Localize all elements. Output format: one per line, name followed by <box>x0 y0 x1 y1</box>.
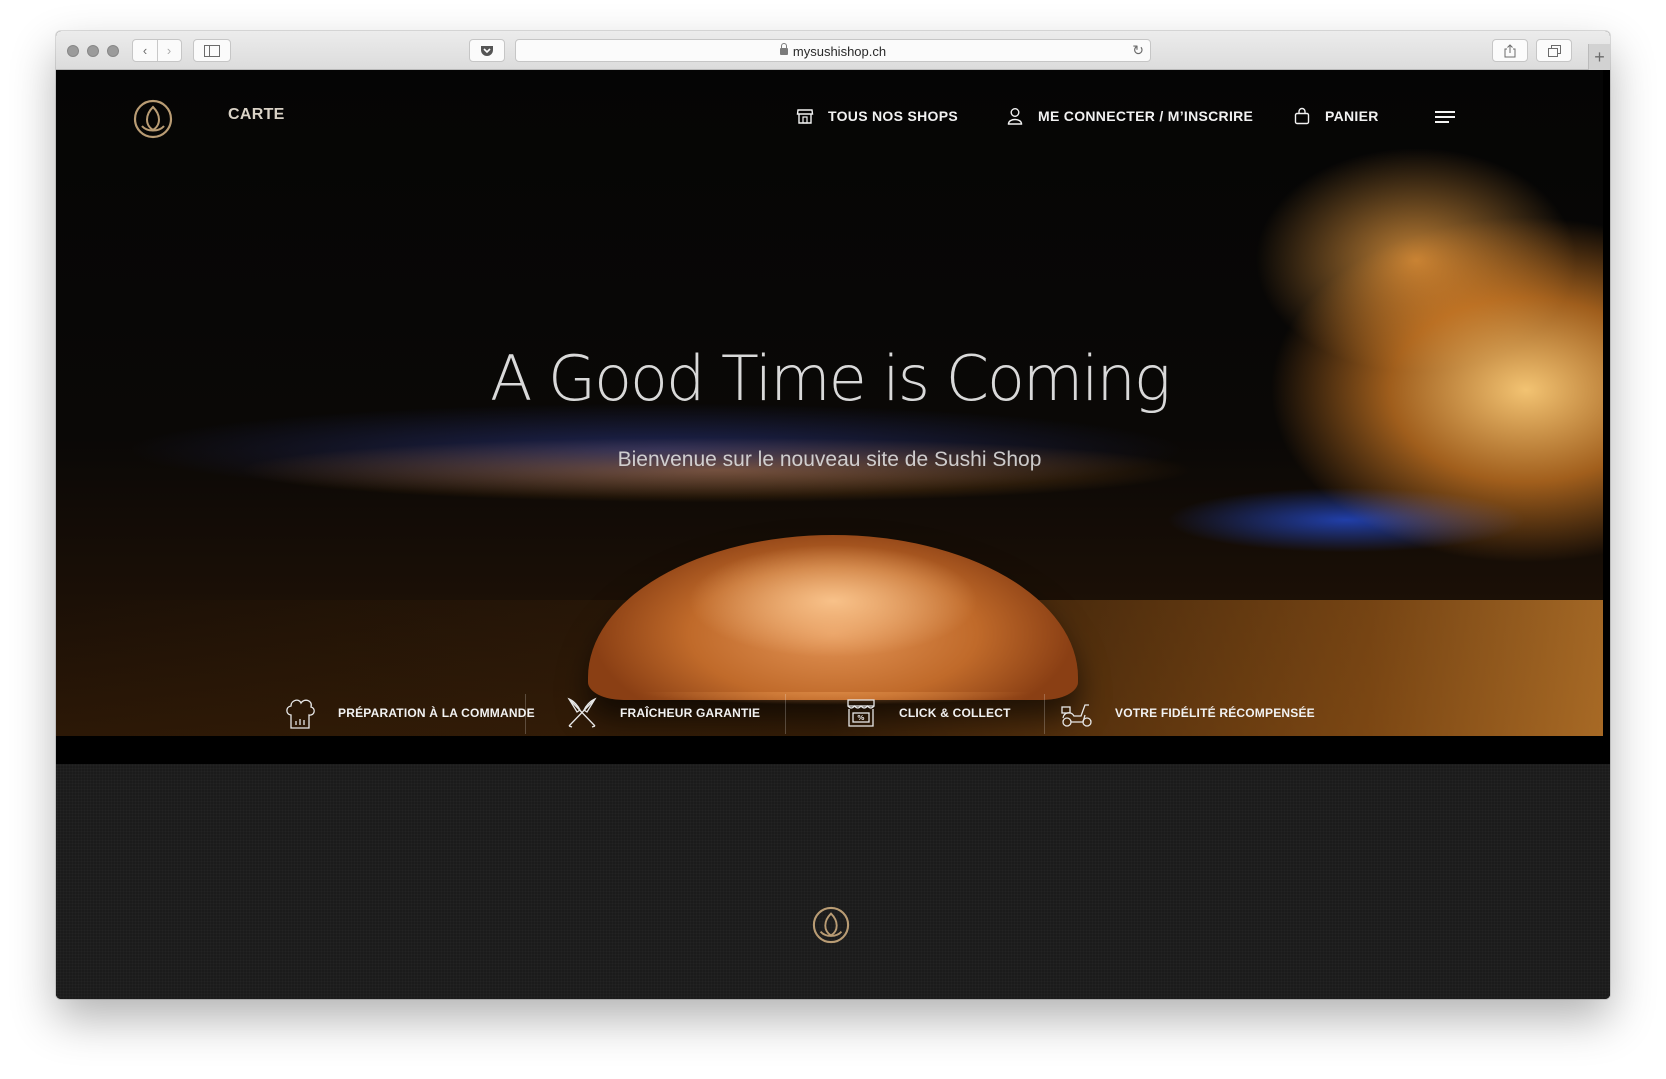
crossed-knives-icon <box>567 697 597 728</box>
pocket-icon <box>481 45 493 56</box>
feature-fraicheur-label: FRAÎCHEUR GARANTIE <box>620 706 761 720</box>
hero-sushi-image <box>588 535 1078 700</box>
history-nav-group: ‹ › <box>132 39 182 62</box>
address-bar[interactable]: mysushishop.ch ↻ <box>515 39 1151 62</box>
browser-toolbar: ‹ › mysushishop.ch ↻ + <box>56 31 1610 70</box>
feature-strip: PRÉPARATION À LA COMMANDE FRAÎCHEUR GARA… <box>56 690 1603 736</box>
nav-account-link[interactable]: ME CONNECTER / M’INSCRIRE <box>1006 107 1253 125</box>
feature-click-collect: % CLICK & COLLECT <box>843 690 1011 736</box>
sidebar-icon <box>204 44 220 57</box>
bag-icon <box>1294 107 1310 125</box>
feature-divider <box>525 694 526 734</box>
hero-section: CARTE TOUS NOS SHOPS ME CONNECTER / M’IN… <box>56 70 1603 736</box>
feature-divider <box>1044 694 1045 734</box>
hero-subline: Bienvenue sur le nouveau site de Sushi S… <box>617 448 1042 471</box>
sidebar-toggle-button[interactable] <box>193 39 231 62</box>
nav-cart-label: PANIER <box>1325 108 1379 124</box>
nav-shops-label: TOUS NOS SHOPS <box>828 108 958 124</box>
feature-fidelite: VOTRE FIDÉLITÉ RÉCOMPENSÉE <box>1059 690 1315 736</box>
share-button[interactable] <box>1492 39 1528 62</box>
footer-logo-icon[interactable] <box>812 906 850 944</box>
browser-window: ‹ › mysushishop.ch ↻ + CARTE TOUS NOS SH… <box>56 31 1610 999</box>
feature-fraicheur: FRAÎCHEUR GARANTIE <box>564 690 760 736</box>
site-navigation: CARTE TOUS NOS SHOPS ME CONNECTER / M’IN… <box>56 70 1603 170</box>
pocket-button[interactable] <box>469 39 505 62</box>
web-page: CARTE TOUS NOS SHOPS ME CONNECTER / M’IN… <box>56 70 1610 999</box>
feature-preparation: PRÉPARATION À LA COMMANDE <box>282 690 535 736</box>
back-icon[interactable]: ‹ <box>133 43 157 58</box>
feature-preparation-label: PRÉPARATION À LA COMMANDE <box>338 706 535 720</box>
share-icon <box>1504 43 1516 57</box>
nav-account-label: ME CONNECTER / M’INSCRIRE <box>1038 108 1254 124</box>
tab-overview-button[interactable] <box>1536 39 1572 62</box>
zoom-window-button[interactable] <box>107 45 119 57</box>
feature-fidelite-label: VOTRE FIDÉLITÉ RÉCOMPENSÉE <box>1115 706 1315 720</box>
tabs-icon <box>1547 44 1561 57</box>
hero-bottom-band <box>56 736 1610 764</box>
reload-icon[interactable]: ↻ <box>1132 42 1144 59</box>
footer-section <box>56 764 1610 999</box>
nav-cart-link[interactable]: PANIER <box>1293 107 1379 125</box>
sushishop-logo-icon[interactable] <box>133 99 173 139</box>
forward-icon[interactable]: › <box>157 43 181 58</box>
address-url: mysushishop.ch <box>792 44 887 59</box>
feature-divider <box>785 694 786 734</box>
shop-icon <box>796 109 814 124</box>
feature-click-collect-label: CLICK & COLLECT <box>899 706 1011 720</box>
close-window-button[interactable] <box>67 45 79 57</box>
scooter-icon <box>1061 704 1092 727</box>
hero-headline: A Good Time is Coming <box>489 342 1171 415</box>
chef-hat-icon <box>286 699 315 729</box>
new-tab-button[interactable]: + <box>1588 44 1610 70</box>
storefront-icon: % <box>847 699 875 727</box>
svg-text:%: % <box>857 714 864 722</box>
user-icon <box>1007 108 1023 125</box>
lock-icon <box>779 43 788 55</box>
nav-carte-link[interactable]: CARTE <box>228 106 285 124</box>
minimize-window-button[interactable] <box>87 45 99 57</box>
menu-icon[interactable] <box>1435 111 1457 125</box>
nav-shops-link[interactable]: TOUS NOS SHOPS <box>796 107 958 125</box>
